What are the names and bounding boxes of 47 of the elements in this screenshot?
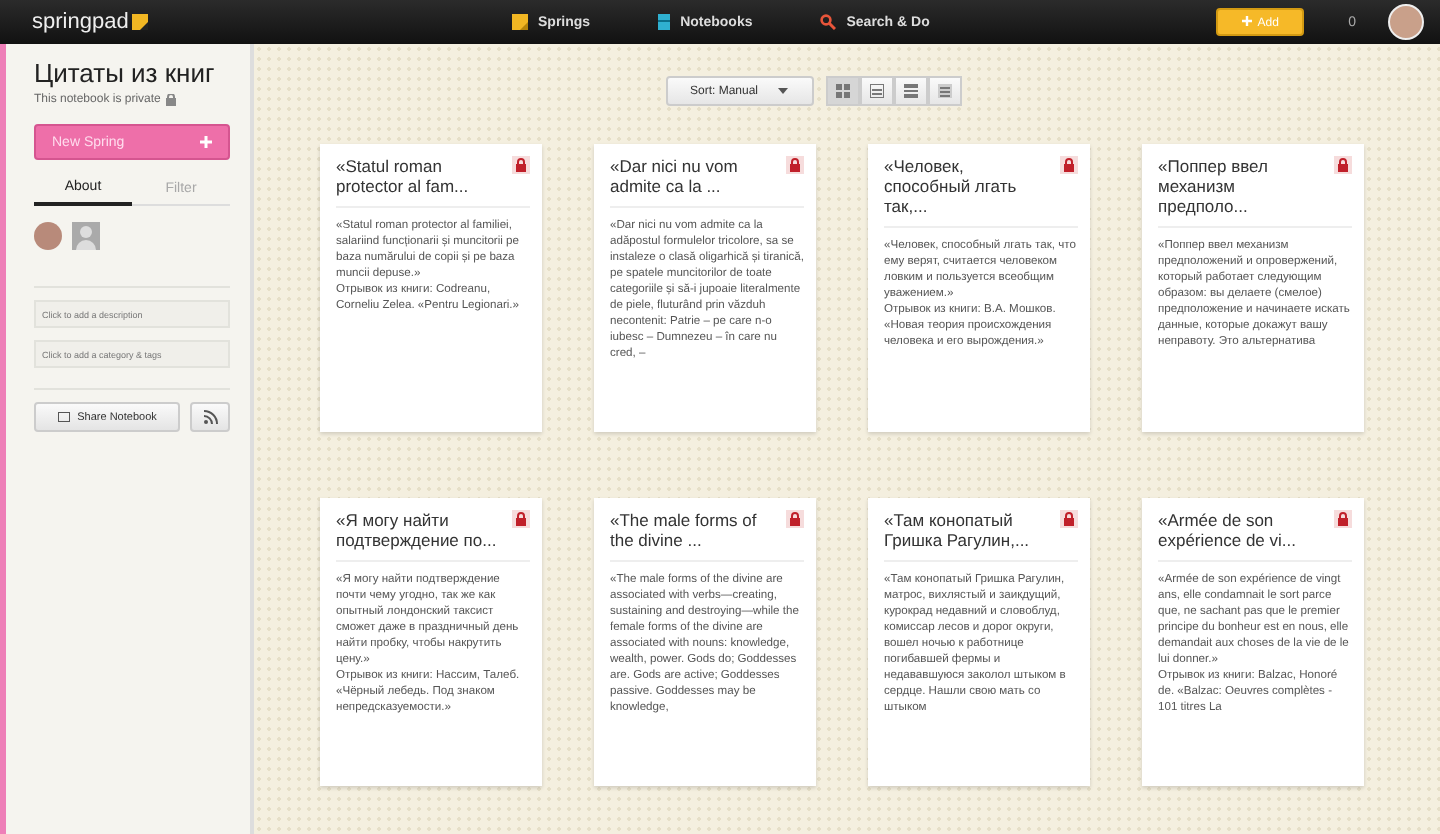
caret-icon [778, 88, 789, 94]
note-card[interactable] [594, 498, 816, 786]
view-button[interactable] [825, 76, 859, 106]
card-title: «Dar nici nu vom admite ca la ... [610, 156, 740, 196]
lock-icon [786, 156, 804, 174]
share-icon [57, 412, 70, 422]
card-title: «Поппер ввел механизм предполо... [1158, 156, 1270, 216]
note-card[interactable] [320, 144, 542, 432]
note-card[interactable] [868, 498, 1090, 786]
note-card[interactable] [1142, 498, 1364, 786]
view-button[interactable] [927, 76, 961, 106]
lock-icon [1060, 510, 1078, 528]
view-button[interactable] [893, 76, 927, 106]
card-title: «Человек, способный лгать так,... [884, 156, 1019, 216]
note-card[interactable] [1142, 144, 1364, 432]
card-title: «The male forms of the divine ... [610, 510, 759, 550]
view-button[interactable] [859, 76, 893, 106]
rss-button[interactable] [190, 402, 230, 432]
rss-icon [203, 410, 217, 424]
note-card[interactable] [320, 498, 542, 786]
card-title: «Armée de son expérience de vi... [1158, 510, 1298, 550]
notebook-icon [658, 14, 671, 30]
card-title: «Я могу найти подтверждение по... [336, 510, 499, 550]
card-title: «Statul roman protector al fam... [336, 156, 471, 196]
search-icon [820, 14, 837, 30]
user-avatar[interactable] [1388, 4, 1424, 40]
plus-icon [200, 136, 212, 148]
list-view-icon [869, 84, 883, 98]
note-icon [512, 14, 528, 30]
lock-icon [512, 510, 530, 528]
lock-icon [1334, 510, 1352, 528]
plus-icon [1241, 15, 1252, 25]
logo-icon [132, 14, 149, 30]
lock-icon [1060, 156, 1078, 174]
lock-icon [786, 510, 804, 528]
note-card[interactable] [594, 144, 816, 432]
compact-view-icon [937, 84, 951, 98]
logo-text[interactable]: springpad [32, 10, 129, 34]
card-title: «Там конопатый Гришка Рагулин,... [884, 510, 1032, 550]
notebook-title: Цитаты из книг [34, 60, 217, 86]
lock-icon [166, 94, 177, 106]
lock-icon [1334, 156, 1352, 174]
lock-icon [512, 156, 530, 174]
member-avatar[interactable] [34, 222, 62, 250]
rows-view-icon [903, 84, 917, 98]
note-card[interactable] [868, 144, 1090, 432]
grid-view-icon [835, 84, 849, 98]
